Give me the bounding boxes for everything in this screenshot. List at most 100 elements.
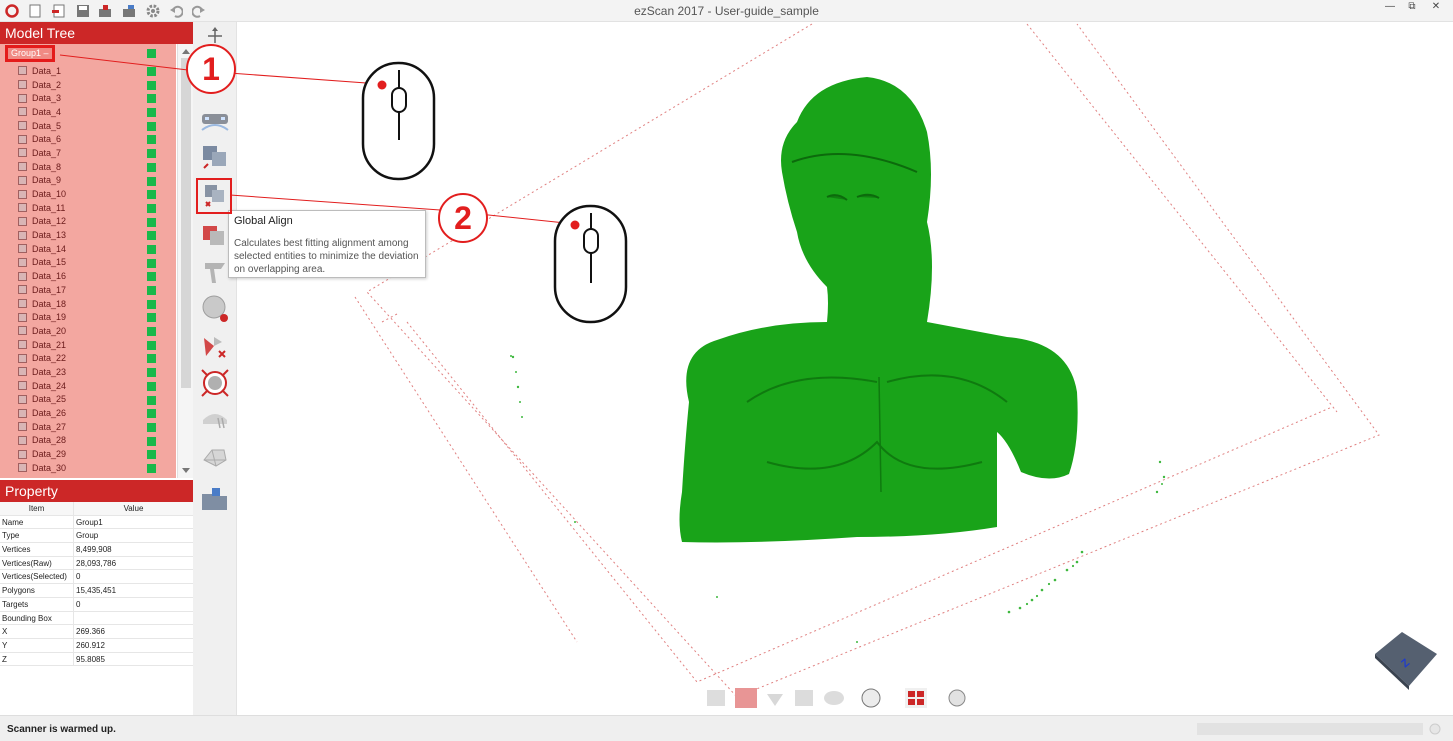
tree-item[interactable]: Data_5	[0, 119, 176, 133]
tree-item[interactable]: Data_6	[0, 132, 176, 146]
visibility-toggle[interactable]	[147, 231, 156, 241]
visibility-toggle[interactable]	[147, 67, 156, 76]
group-label[interactable]: Group1 –	[5, 45, 55, 62]
visibility-toggle[interactable]	[147, 354, 156, 364]
visibility-toggle[interactable]	[147, 409, 156, 419]
visibility-toggle[interactable]	[147, 299, 156, 309]
orientation-cube[interactable]: Z	[1375, 632, 1437, 690]
viewport-3d[interactable]: Z	[237, 22, 1453, 715]
tree-item[interactable]: Data_21	[0, 338, 176, 352]
visibility-toggle[interactable]	[147, 217, 156, 227]
hole-fill-icon[interactable]	[200, 406, 230, 436]
tree-item[interactable]: Data_1	[0, 64, 176, 78]
tree-item[interactable]: Data_28	[0, 434, 176, 448]
tree-group-row[interactable]: Group1 –	[0, 44, 176, 64]
tree-item[interactable]: Data_7	[0, 146, 176, 160]
data-layer-icon	[18, 312, 27, 322]
tree-item[interactable]: Data_22	[0, 351, 176, 365]
visibility-toggle[interactable]	[147, 176, 156, 186]
tree-item-label: Data_29	[32, 449, 67, 460]
tree-scrollbar[interactable]	[177, 44, 193, 478]
visibility-toggle[interactable]	[147, 313, 156, 323]
restore-icon[interactable]: ⧉	[1400, 0, 1424, 12]
tree-item[interactable]: Data_2	[0, 78, 176, 92]
manual-align-icon[interactable]	[200, 142, 230, 172]
view-down-icon[interactable]	[767, 694, 783, 706]
tree-item[interactable]: Data_3	[0, 91, 176, 105]
visibility-toggle[interactable]	[147, 368, 156, 378]
tree-item[interactable]: Data_4	[0, 105, 176, 119]
merge-icon[interactable]	[200, 220, 230, 250]
view-box-icon[interactable]	[795, 690, 813, 706]
tree-item[interactable]: Data_11	[0, 201, 176, 215]
visibility-toggle[interactable]	[147, 244, 156, 254]
open-folder-icon[interactable]	[200, 484, 230, 514]
tree-item[interactable]: Data_14	[0, 242, 176, 256]
property-item: Y	[0, 638, 74, 652]
minimize-icon[interactable]: —	[1378, 0, 1402, 12]
visibility-toggle[interactable]	[147, 381, 156, 391]
visibility-toggle[interactable]	[147, 340, 156, 350]
visibility-toggle[interactable]	[147, 258, 156, 268]
visibility-toggle[interactable]	[147, 108, 156, 118]
tree-item[interactable]: Data_24	[0, 379, 176, 393]
visibility-toggle[interactable]	[147, 450, 156, 460]
tree-item[interactable]: Data_26	[0, 406, 176, 420]
tree-item[interactable]: Data_27	[0, 420, 176, 434]
visibility-toggle[interactable]	[147, 190, 156, 200]
target-icon[interactable]	[200, 368, 230, 398]
tree-item[interactable]: Data_29	[0, 447, 176, 461]
visibility-toggle[interactable]	[147, 149, 156, 159]
tree-item[interactable]: Data_8	[0, 160, 176, 174]
move-icon[interactable]	[200, 26, 230, 46]
visibility-toggle[interactable]	[147, 272, 156, 282]
tree-item[interactable]: Data_30	[0, 461, 176, 475]
tree-item[interactable]: Data_9	[0, 174, 176, 188]
visibility-toggle[interactable]	[147, 286, 156, 295]
visibility-toggle[interactable]	[147, 94, 156, 104]
tree-item[interactable]: Data_19	[0, 310, 176, 324]
delete-points-icon[interactable]	[200, 332, 230, 362]
fit-icon[interactable]	[861, 688, 881, 708]
visibility-toggle[interactable]	[147, 422, 156, 432]
quad-view-icon[interactable]	[905, 688, 927, 708]
tree-item-label: Data_9	[32, 175, 62, 186]
sphere-icon[interactable]	[200, 294, 230, 324]
property-value: 15,435,451	[76, 586, 117, 596]
scanned-model[interactable]	[679, 77, 1078, 543]
tree-item[interactable]: Data_15	[0, 256, 176, 270]
property-item: Type	[0, 529, 74, 543]
tree-item[interactable]: Data_13	[0, 228, 176, 242]
tree-item-label: Data_16	[32, 271, 67, 282]
visibility-toggle[interactable]	[147, 395, 156, 405]
property-value: 0	[76, 572, 81, 582]
visibility-toggle[interactable]	[147, 80, 156, 90]
tree-item[interactable]: Data_12	[0, 215, 176, 229]
visibility-toggle[interactable]	[147, 135, 156, 145]
visibility-toggle[interactable]	[147, 327, 156, 337]
global-align-icon[interactable]	[200, 180, 230, 210]
scanner-settings-icon[interactable]	[200, 106, 230, 136]
tree-item[interactable]: Data_17	[0, 283, 176, 297]
close-icon[interactable]: ✕	[1424, 0, 1448, 12]
visibility-toggle[interactable]	[147, 463, 156, 473]
tree-item[interactable]: Data_23	[0, 365, 176, 379]
visibility-toggle[interactable]	[147, 121, 156, 131]
view-front-icon[interactable]	[735, 688, 757, 708]
visibility-toggle[interactable]	[147, 162, 156, 172]
tree-item[interactable]: Data_20	[0, 324, 176, 338]
property-row: Vertices 8,499,908	[0, 543, 193, 557]
visibility-toggle[interactable]	[147, 203, 156, 213]
mesh-icon[interactable]	[200, 442, 230, 472]
model-tree-panel: Model Tree Group1 – Data_1 Data_2 Data_3 Da…	[0, 22, 193, 478]
smooth-icon[interactable]	[200, 257, 230, 287]
visibility-toggle[interactable]	[147, 49, 156, 58]
view-back-icon[interactable]	[707, 690, 725, 706]
tree-item[interactable]: Data_16	[0, 269, 176, 283]
rotate-icon[interactable]	[948, 689, 966, 707]
view-ellipse-icon[interactable]	[824, 691, 844, 705]
tree-item[interactable]: Data_10	[0, 187, 176, 201]
tree-item[interactable]: Data_25	[0, 393, 176, 407]
visibility-toggle[interactable]	[147, 436, 156, 446]
tree-item[interactable]: Data_18	[0, 297, 176, 311]
